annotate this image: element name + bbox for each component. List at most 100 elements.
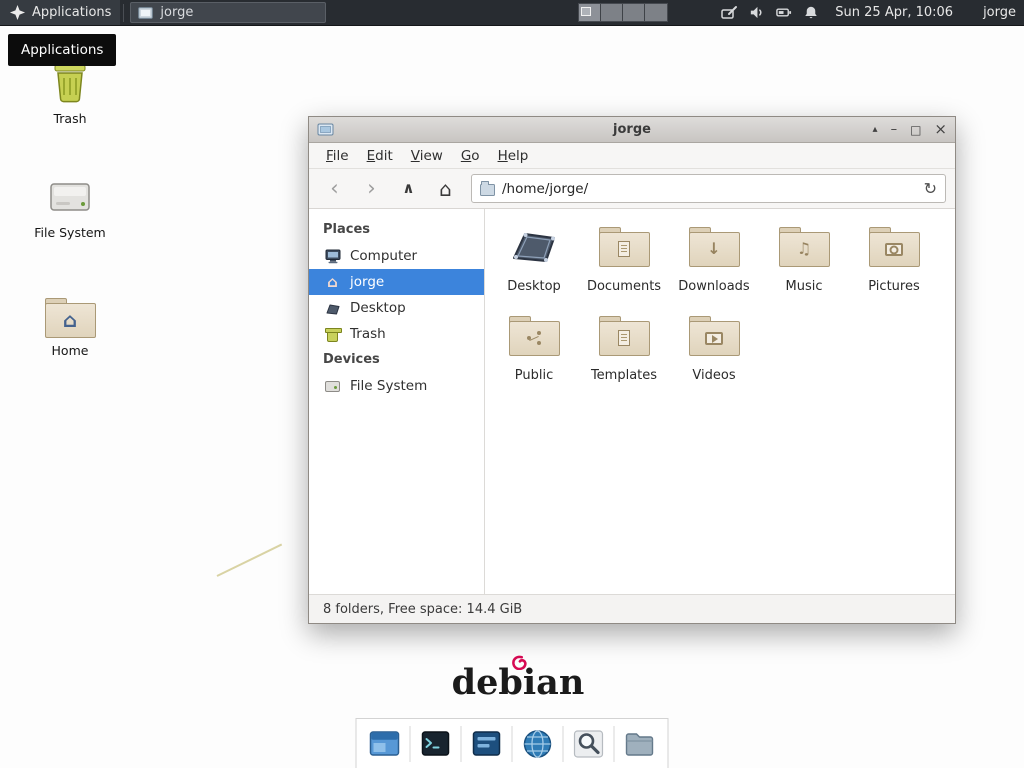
home-icon: ⌂ bbox=[439, 179, 452, 199]
video-emblem-icon bbox=[705, 332, 723, 345]
folder-icon bbox=[868, 221, 920, 273]
panel-username[interactable]: jorge bbox=[983, 5, 1016, 20]
volume-icon[interactable] bbox=[748, 4, 765, 21]
folder-icon bbox=[688, 310, 740, 362]
back-button[interactable]: ‹ bbox=[318, 174, 351, 204]
file-manager-launcher[interactable] bbox=[621, 725, 659, 763]
file-item-public[interactable]: Public bbox=[490, 310, 578, 383]
camera-emblem-icon bbox=[885, 243, 903, 256]
workspace-1[interactable] bbox=[579, 4, 601, 21]
sidebar-item-computer[interactable]: Computer bbox=[309, 243, 484, 269]
globe-icon bbox=[520, 726, 556, 762]
download-emblem-icon: ↓ bbox=[688, 239, 740, 258]
up-button[interactable]: ∧ bbox=[392, 174, 425, 204]
computer-icon bbox=[324, 249, 341, 264]
files-grid: Desktop Documents ↓ Downloads bbox=[489, 221, 955, 383]
file-item-music[interactable]: ♫ Music bbox=[760, 221, 848, 294]
desktop-window-icon bbox=[367, 726, 403, 762]
workspace-window-thumb bbox=[581, 7, 591, 16]
location-bar[interactable]: /home/jorge/ ↻ bbox=[471, 174, 946, 203]
status-bar: 8 folders, Free space: 14.4 GiB bbox=[309, 594, 955, 623]
desktop-mat-icon bbox=[324, 302, 341, 315]
shade-button[interactable]: ▴ bbox=[873, 125, 878, 135]
workspace-2[interactable] bbox=[601, 4, 623, 21]
battery-icon[interactable] bbox=[775, 4, 793, 21]
document-emblem-icon bbox=[618, 241, 630, 257]
hard-drive-icon bbox=[28, 172, 112, 220]
applications-icon bbox=[9, 4, 26, 21]
sidebar-item-label: Trash bbox=[350, 326, 386, 342]
terminal-launcher[interactable] bbox=[417, 725, 455, 763]
files-area: Desktop Documents ↓ Downloads bbox=[485, 209, 955, 594]
workspace-3[interactable] bbox=[623, 4, 645, 21]
web-browser-launcher[interactable] bbox=[519, 725, 557, 763]
file-item-downloads[interactable]: ↓ Downloads bbox=[670, 221, 758, 294]
workspace-pager bbox=[578, 3, 668, 22]
hard-drive-icon bbox=[324, 381, 341, 392]
home-button[interactable]: ⌂ bbox=[429, 174, 462, 204]
app-finder-launcher[interactable] bbox=[570, 725, 608, 763]
magnifier-icon bbox=[571, 726, 607, 762]
menu-edit[interactable]: Edit bbox=[358, 144, 402, 168]
file-item-desktop[interactable]: Desktop bbox=[490, 221, 578, 294]
applications-tooltip: Applications bbox=[8, 34, 116, 66]
forward-icon: › bbox=[367, 178, 375, 199]
desktop-icon-label: Trash bbox=[28, 111, 112, 126]
notification-bell-icon[interactable] bbox=[803, 4, 819, 21]
close-button[interactable]: × bbox=[934, 122, 947, 137]
sidebar-item-trash[interactable]: Trash bbox=[309, 321, 484, 347]
window-titlebar[interactable]: jorge ▴ – □ × bbox=[309, 117, 955, 143]
folder-icon bbox=[598, 310, 650, 362]
file-item-documents[interactable]: Documents bbox=[580, 221, 668, 294]
file-label: Documents bbox=[587, 279, 661, 294]
tablet-pen-icon[interactable] bbox=[720, 4, 738, 21]
workspace-4[interactable] bbox=[645, 4, 667, 21]
desktop-icon-label: Home bbox=[28, 343, 112, 358]
home-folder-icon: ⌂ bbox=[28, 290, 112, 338]
window-controls: ▴ – □ × bbox=[873, 117, 947, 142]
file-item-templates[interactable]: Templates bbox=[580, 310, 668, 383]
file-label: Videos bbox=[692, 368, 735, 383]
desktop-icon-trash[interactable]: Trash bbox=[28, 58, 112, 126]
folder-icon: ↓ bbox=[688, 221, 740, 273]
menu-go[interactable]: Go bbox=[452, 144, 489, 168]
dock-separator bbox=[461, 726, 462, 762]
debian-swirl-icon bbox=[512, 655, 527, 670]
home-icon: ⌂ bbox=[324, 275, 341, 290]
desktop-icon-file-system[interactable]: File System bbox=[28, 172, 112, 240]
file-label: Downloads bbox=[678, 279, 749, 294]
file-item-videos[interactable]: Videos bbox=[670, 310, 758, 383]
menu-help[interactable]: Help bbox=[489, 144, 538, 168]
menu-bar: File Edit View Go Help bbox=[309, 143, 955, 169]
folder-icon bbox=[622, 726, 658, 762]
maximize-button[interactable]: □ bbox=[910, 124, 921, 136]
sidebar-item-desktop[interactable]: Desktop bbox=[309, 295, 484, 321]
music-emblem-icon: ♫ bbox=[778, 239, 830, 258]
sidebar-item-jorge[interactable]: ⌂ jorge bbox=[309, 269, 484, 295]
list-panel-icon bbox=[469, 726, 505, 762]
sidebar-item-file-system[interactable]: File System bbox=[309, 373, 484, 399]
menu-view[interactable]: View bbox=[402, 144, 452, 168]
folder-icon bbox=[598, 221, 650, 273]
path-folder-icon bbox=[480, 184, 495, 196]
panel-separator bbox=[123, 4, 124, 22]
taskbar-window-label: jorge bbox=[160, 5, 193, 20]
applications-menu-button[interactable]: Applications bbox=[0, 0, 120, 25]
file-item-pictures[interactable]: Pictures bbox=[850, 221, 938, 294]
minimize-button[interactable]: – bbox=[891, 123, 898, 136]
path-text[interactable]: /home/jorge/ bbox=[502, 181, 917, 197]
panel-clock[interactable]: Sun 25 Apr, 10:06 bbox=[835, 5, 953, 20]
house-emblem-icon: ⌂ bbox=[63, 308, 77, 332]
status-text: 8 folders, Free space: 14.4 GiB bbox=[323, 602, 522, 617]
file-label: Desktop bbox=[507, 279, 561, 294]
applications-label: Applications bbox=[32, 5, 111, 20]
show-desktop-launcher[interactable] bbox=[366, 725, 404, 763]
desktop-icon-home[interactable]: ⌂ Home bbox=[28, 290, 112, 358]
forward-button[interactable]: › bbox=[355, 174, 388, 204]
up-icon: ∧ bbox=[402, 181, 414, 196]
menu-file[interactable]: File bbox=[317, 144, 358, 168]
dock-separator bbox=[410, 726, 411, 762]
taskbar-window-button[interactable]: jorge bbox=[130, 2, 326, 23]
panel-settings-launcher[interactable] bbox=[468, 725, 506, 763]
reload-button[interactable]: ↻ bbox=[924, 179, 937, 198]
